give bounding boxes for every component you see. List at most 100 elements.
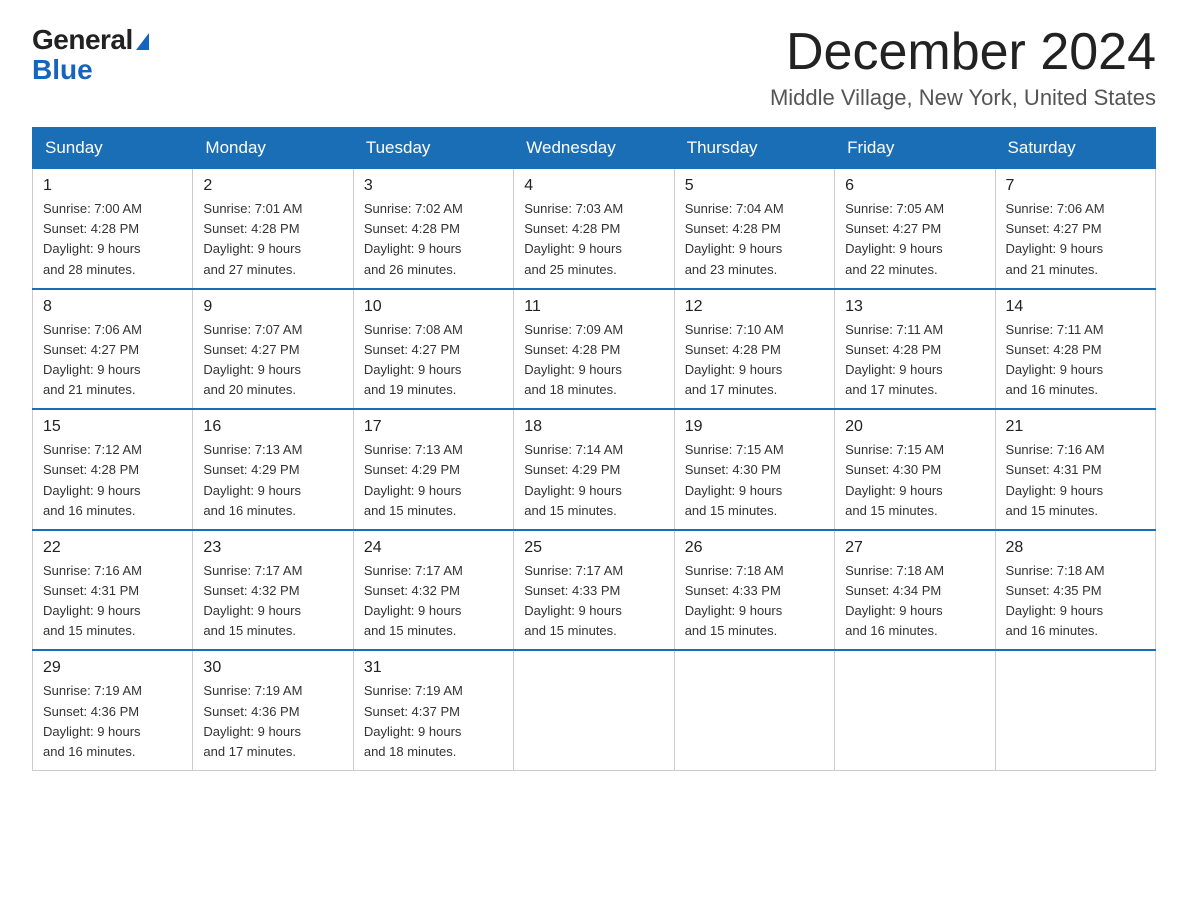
- calendar-day-cell: 16 Sunrise: 7:13 AM Sunset: 4:29 PM Dayl…: [193, 409, 353, 530]
- day-number: 14: [1006, 298, 1145, 316]
- calendar-day-cell: 11 Sunrise: 7:09 AM Sunset: 4:28 PM Dayl…: [514, 289, 674, 410]
- day-info: Sunrise: 7:02 AM Sunset: 4:28 PM Dayligh…: [364, 199, 503, 280]
- weekday-header-monday: Monday: [193, 128, 353, 169]
- day-info: Sunrise: 7:11 AM Sunset: 4:28 PM Dayligh…: [1006, 320, 1145, 401]
- day-info: Sunrise: 7:18 AM Sunset: 4:34 PM Dayligh…: [845, 561, 984, 642]
- day-info: Sunrise: 7:07 AM Sunset: 4:27 PM Dayligh…: [203, 320, 342, 401]
- month-title: December 2024: [770, 24, 1156, 81]
- day-number: 26: [685, 539, 824, 557]
- calendar-day-cell: 22 Sunrise: 7:16 AM Sunset: 4:31 PM Dayl…: [33, 530, 193, 651]
- calendar-day-cell: 23 Sunrise: 7:17 AM Sunset: 4:32 PM Dayl…: [193, 530, 353, 651]
- day-number: 10: [364, 298, 503, 316]
- weekday-header-wednesday: Wednesday: [514, 128, 674, 169]
- day-number: 22: [43, 539, 182, 557]
- title-section: December 2024 Middle Village, New York, …: [770, 24, 1156, 111]
- logo-blue-text: Blue: [32, 56, 93, 84]
- weekday-header-row: SundayMondayTuesdayWednesdayThursdayFrid…: [33, 128, 1156, 169]
- day-info: Sunrise: 7:13 AM Sunset: 4:29 PM Dayligh…: [364, 440, 503, 521]
- day-number: 7: [1006, 177, 1145, 195]
- day-number: 15: [43, 418, 182, 436]
- day-info: Sunrise: 7:00 AM Sunset: 4:28 PM Dayligh…: [43, 199, 182, 280]
- day-number: 27: [845, 539, 984, 557]
- day-info: Sunrise: 7:04 AM Sunset: 4:28 PM Dayligh…: [685, 199, 824, 280]
- day-number: 20: [845, 418, 984, 436]
- location-subtitle: Middle Village, New York, United States: [770, 85, 1156, 111]
- day-info: Sunrise: 7:18 AM Sunset: 4:33 PM Dayligh…: [685, 561, 824, 642]
- day-number: 5: [685, 177, 824, 195]
- day-info: Sunrise: 7:13 AM Sunset: 4:29 PM Dayligh…: [203, 440, 342, 521]
- day-number: 29: [43, 659, 182, 677]
- day-number: 31: [364, 659, 503, 677]
- day-number: 4: [524, 177, 663, 195]
- calendar-day-cell: [674, 650, 834, 770]
- day-info: Sunrise: 7:19 AM Sunset: 4:36 PM Dayligh…: [203, 681, 342, 762]
- logo-triangle-icon: [136, 33, 149, 50]
- calendar-day-cell: 13 Sunrise: 7:11 AM Sunset: 4:28 PM Dayl…: [835, 289, 995, 410]
- day-info: Sunrise: 7:06 AM Sunset: 4:27 PM Dayligh…: [1006, 199, 1145, 280]
- day-info: Sunrise: 7:10 AM Sunset: 4:28 PM Dayligh…: [685, 320, 824, 401]
- calendar-day-cell: 17 Sunrise: 7:13 AM Sunset: 4:29 PM Dayl…: [353, 409, 513, 530]
- day-info: Sunrise: 7:17 AM Sunset: 4:33 PM Dayligh…: [524, 561, 663, 642]
- calendar-day-cell: 10 Sunrise: 7:08 AM Sunset: 4:27 PM Dayl…: [353, 289, 513, 410]
- day-number: 21: [1006, 418, 1145, 436]
- day-number: 13: [845, 298, 984, 316]
- day-number: 9: [203, 298, 342, 316]
- day-info: Sunrise: 7:15 AM Sunset: 4:30 PM Dayligh…: [685, 440, 824, 521]
- page-header: General Blue December 2024 Middle Villag…: [32, 24, 1156, 111]
- calendar-day-cell: 14 Sunrise: 7:11 AM Sunset: 4:28 PM Dayl…: [995, 289, 1155, 410]
- day-info: Sunrise: 7:01 AM Sunset: 4:28 PM Dayligh…: [203, 199, 342, 280]
- day-info: Sunrise: 7:06 AM Sunset: 4:27 PM Dayligh…: [43, 320, 182, 401]
- calendar-week-row: 22 Sunrise: 7:16 AM Sunset: 4:31 PM Dayl…: [33, 530, 1156, 651]
- day-info: Sunrise: 7:18 AM Sunset: 4:35 PM Dayligh…: [1006, 561, 1145, 642]
- calendar-week-row: 8 Sunrise: 7:06 AM Sunset: 4:27 PM Dayli…: [33, 289, 1156, 410]
- day-number: 1: [43, 177, 182, 195]
- calendar-day-cell: 21 Sunrise: 7:16 AM Sunset: 4:31 PM Dayl…: [995, 409, 1155, 530]
- calendar-day-cell: 7 Sunrise: 7:06 AM Sunset: 4:27 PM Dayli…: [995, 169, 1155, 289]
- day-info: Sunrise: 7:03 AM Sunset: 4:28 PM Dayligh…: [524, 199, 663, 280]
- day-number: 28: [1006, 539, 1145, 557]
- day-number: 19: [685, 418, 824, 436]
- calendar-week-row: 15 Sunrise: 7:12 AM Sunset: 4:28 PM Dayl…: [33, 409, 1156, 530]
- day-number: 11: [524, 298, 663, 316]
- calendar-day-cell: 5 Sunrise: 7:04 AM Sunset: 4:28 PM Dayli…: [674, 169, 834, 289]
- day-number: 23: [203, 539, 342, 557]
- calendar-day-cell: 27 Sunrise: 7:18 AM Sunset: 4:34 PM Dayl…: [835, 530, 995, 651]
- calendar-day-cell: 25 Sunrise: 7:17 AM Sunset: 4:33 PM Dayl…: [514, 530, 674, 651]
- logo: General Blue: [32, 24, 149, 84]
- calendar-day-cell: 1 Sunrise: 7:00 AM Sunset: 4:28 PM Dayli…: [33, 169, 193, 289]
- calendar-day-cell: 24 Sunrise: 7:17 AM Sunset: 4:32 PM Dayl…: [353, 530, 513, 651]
- day-number: 16: [203, 418, 342, 436]
- calendar-day-cell: 4 Sunrise: 7:03 AM Sunset: 4:28 PM Dayli…: [514, 169, 674, 289]
- day-number: 2: [203, 177, 342, 195]
- calendar-week-row: 29 Sunrise: 7:19 AM Sunset: 4:36 PM Dayl…: [33, 650, 1156, 770]
- calendar-day-cell: 6 Sunrise: 7:05 AM Sunset: 4:27 PM Dayli…: [835, 169, 995, 289]
- day-info: Sunrise: 7:05 AM Sunset: 4:27 PM Dayligh…: [845, 199, 984, 280]
- day-info: Sunrise: 7:14 AM Sunset: 4:29 PM Dayligh…: [524, 440, 663, 521]
- weekday-header-saturday: Saturday: [995, 128, 1155, 169]
- day-info: Sunrise: 7:16 AM Sunset: 4:31 PM Dayligh…: [1006, 440, 1145, 521]
- weekday-header-tuesday: Tuesday: [353, 128, 513, 169]
- day-info: Sunrise: 7:17 AM Sunset: 4:32 PM Dayligh…: [203, 561, 342, 642]
- calendar-table: SundayMondayTuesdayWednesdayThursdayFrid…: [32, 127, 1156, 771]
- logo-general-text: General: [32, 24, 133, 56]
- calendar-day-cell: 9 Sunrise: 7:07 AM Sunset: 4:27 PM Dayli…: [193, 289, 353, 410]
- day-number: 25: [524, 539, 663, 557]
- day-number: 24: [364, 539, 503, 557]
- calendar-week-row: 1 Sunrise: 7:00 AM Sunset: 4:28 PM Dayli…: [33, 169, 1156, 289]
- day-info: Sunrise: 7:16 AM Sunset: 4:31 PM Dayligh…: [43, 561, 182, 642]
- weekday-header-friday: Friday: [835, 128, 995, 169]
- calendar-day-cell: 3 Sunrise: 7:02 AM Sunset: 4:28 PM Dayli…: [353, 169, 513, 289]
- day-number: 30: [203, 659, 342, 677]
- calendar-day-cell: 26 Sunrise: 7:18 AM Sunset: 4:33 PM Dayl…: [674, 530, 834, 651]
- day-info: Sunrise: 7:19 AM Sunset: 4:36 PM Dayligh…: [43, 681, 182, 762]
- calendar-day-cell: 20 Sunrise: 7:15 AM Sunset: 4:30 PM Dayl…: [835, 409, 995, 530]
- day-number: 18: [524, 418, 663, 436]
- day-info: Sunrise: 7:08 AM Sunset: 4:27 PM Dayligh…: [364, 320, 503, 401]
- day-number: 3: [364, 177, 503, 195]
- calendar-day-cell: 18 Sunrise: 7:14 AM Sunset: 4:29 PM Dayl…: [514, 409, 674, 530]
- calendar-day-cell: 2 Sunrise: 7:01 AM Sunset: 4:28 PM Dayli…: [193, 169, 353, 289]
- weekday-header-sunday: Sunday: [33, 128, 193, 169]
- calendar-day-cell: 28 Sunrise: 7:18 AM Sunset: 4:35 PM Dayl…: [995, 530, 1155, 651]
- day-number: 17: [364, 418, 503, 436]
- day-info: Sunrise: 7:11 AM Sunset: 4:28 PM Dayligh…: [845, 320, 984, 401]
